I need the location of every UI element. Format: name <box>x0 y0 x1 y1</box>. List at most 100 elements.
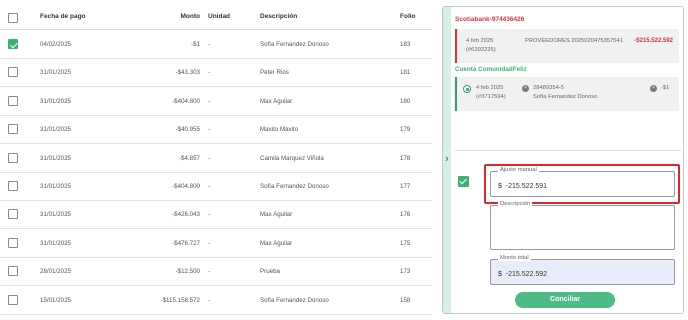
row-folio: 183 <box>400 41 411 48</box>
table-header: Fecha de pago Monto Unidad Descripción F… <box>0 0 432 30</box>
table-row[interactable]: 31/01/2025 -$40.955- Maxito Maxito 179 <box>0 115 432 145</box>
table-row[interactable]: 28/01/2025 -$12.500- Prueba 173 <box>0 257 432 287</box>
collapse-panel-button[interactable]: › <box>443 147 453 173</box>
row-checkbox[interactable] <box>8 124 18 135</box>
row-checkbox[interactable] <box>8 67 18 78</box>
table-row[interactable]: 31/01/2025 -$404.800 - Sofía Fernandez Dono… <box>0 172 432 201</box>
transactions-table: Fecha de pago Monto Unidad Descripción F… <box>0 0 432 320</box>
account-ref: (#3717594) <box>476 94 506 100</box>
account-name: Sofía Fernandez Donoso <box>533 94 598 100</box>
row-monto: -$43.303 <box>175 69 200 77</box>
monto-total-currency: $ <box>498 271 502 278</box>
row-fecha: 15/01/2025 <box>40 296 71 304</box>
row-checkbox[interactable] <box>8 266 18 277</box>
x-circle-icon[interactable]: × <box>522 85 529 92</box>
row-checkbox[interactable] <box>8 39 18 49</box>
ajuste-value: -215.522.591 <box>505 183 548 190</box>
row-monto: -$476.727 <box>172 239 200 247</box>
row-checkbox[interactable] <box>8 95 18 106</box>
row-descripcion: Sofía Fernandez Donoso <box>260 183 329 190</box>
row-unidad: - <box>208 183 211 190</box>
conciliar-button[interactable]: Conciliar <box>515 292 615 308</box>
row-folio: 179 <box>400 126 411 134</box>
row-fecha: 31/01/2025 <box>40 97 71 105</box>
row-fecha: 04/02/2025 <box>40 41 71 48</box>
table-row[interactable]: 31/01/2025 -$43.303- Peter Rios 181 <box>0 58 432 88</box>
row-descripcion: Max Aguilar <box>260 211 293 219</box>
row-checkbox[interactable] <box>8 237 18 248</box>
row-unidad: - <box>208 97 211 105</box>
row-monto: -$1 <box>191 41 200 48</box>
row-folio: 173 <box>400 268 411 276</box>
account-date: 4 feb 2025 <box>476 85 504 91</box>
bank-account-title: Scotiabank-974436426 <box>455 16 525 23</box>
row-descripcion: Maxito Maxito <box>260 126 299 134</box>
account-folio: 28489354-5 <box>533 85 564 91</box>
table-row[interactable]: 31/01/2025 -$4.857- Camila Marquez Viñola 1… <box>0 144 432 173</box>
header-fecha: Fecha de pago <box>40 13 86 20</box>
row-fecha: 31/01/2025 <box>40 211 71 219</box>
ajuste-manual-field[interactable]: Ajuste manual $ -215.522.591 <box>490 167 675 197</box>
row-monto: -$40.955 <box>175 126 200 134</box>
row-monto: -$12.500 <box>175 268 200 276</box>
table-row[interactable]: 31/01/2025 -$476.727- Max Aguilar 175 <box>0 229 432 258</box>
row-folio: 176 <box>400 211 411 219</box>
monto-total-label: Monto total <box>498 255 531 261</box>
table-row[interactable]: 31/01/2025 -$426.043- Max Aguilar 176 <box>0 200 432 230</box>
row-descripcion: Sofía Fernandez Donoso <box>260 296 329 304</box>
descripcion-label: Descripción <box>498 201 533 207</box>
row-unidad: - <box>208 69 211 77</box>
row-descripcion: Max Aguilar <box>260 97 293 105</box>
account-title: Cuenta ComunidadFeliz <box>455 66 527 73</box>
row-folio: 158 <box>400 296 411 304</box>
row-monto: -$4.857 <box>179 154 200 162</box>
table-row[interactable]: 04/02/2025 -$1 - Sofía Fernandez Donoso 183 <box>0 30 432 59</box>
row-monto: -$404.800 <box>172 183 200 190</box>
ajuste-label: Ajuste manual <box>498 167 539 173</box>
chevron-right-icon: › <box>445 153 449 165</box>
account-transaction-card[interactable]: 4 feb 2025 (#3717594) × 28489354-5 Sofía… <box>455 77 679 111</box>
account-amount: -$1 <box>661 85 670 91</box>
bank-ref: (#6392225) <box>466 47 496 53</box>
row-monto: -$404.800 <box>172 97 200 105</box>
bank-description: PROVEEDORES 2025020475357541 <box>525 38 623 44</box>
row-unidad: - <box>208 239 211 247</box>
row-checkbox[interactable] <box>8 152 18 163</box>
row-checkbox[interactable] <box>8 181 18 191</box>
row-fecha: 28/01/2025 <box>40 268 71 276</box>
row-folio: 177 <box>400 183 411 190</box>
row-fecha: 31/01/2025 <box>40 69 71 77</box>
table-row[interactable]: 31/01/2025 -$404.800- Max Aguilar 180 <box>0 87 432 116</box>
row-unidad: - <box>208 154 211 162</box>
monto-total-field: Monto total $ -215.522.592 <box>490 255 675 285</box>
row-descripcion: Sofía Fernandez Donoso <box>260 41 329 48</box>
table-row[interactable]: 15/01/2025 -$115.158.572- Sofía Fernandez … <box>0 286 432 315</box>
row-monto: -$115.158.572 <box>160 296 200 304</box>
row-unidad: - <box>208 268 211 276</box>
row-checkbox[interactable] <box>8 209 18 220</box>
row-fecha: 31/01/2025 <box>40 126 71 134</box>
row-unidad: - <box>208 41 211 48</box>
row-monto: -$426.043 <box>172 211 200 219</box>
bank-amount: -$215.522.592 <box>634 38 673 44</box>
bank-date: 4 feb 2025 <box>466 38 494 44</box>
select-all-checkbox[interactable] <box>8 13 18 23</box>
descripcion-field[interactable]: Descripción <box>490 201 675 250</box>
row-descripcion: Max Aguilar <box>260 239 293 247</box>
ajuste-currency: $ <box>498 183 502 190</box>
row-descripcion: Peter Rios <box>260 69 289 77</box>
row-folio: 178 <box>400 154 411 162</box>
bank-transaction-card[interactable]: 4 feb 2025 (#6392225) PROVEEDORES 202502… <box>455 29 679 63</box>
header-descripcion: Descripción <box>260 13 298 20</box>
row-descripcion: Prueba <box>260 268 280 276</box>
row-fecha: 31/01/2025 <box>40 239 71 247</box>
row-unidad: - <box>208 211 211 219</box>
selected-radio[interactable] <box>463 85 471 93</box>
row-descripcion: Camila Marquez Viñola <box>260 154 324 162</box>
header-monto: Monto <box>180 13 201 20</box>
monto-total-value: -215.522.592 <box>505 271 548 278</box>
row-folio: 175 <box>400 239 411 247</box>
row-checkbox[interactable] <box>8 294 18 305</box>
x-circle-icon[interactable]: × <box>650 85 657 92</box>
apply-adjustment-checkbox[interactable] <box>458 176 469 187</box>
